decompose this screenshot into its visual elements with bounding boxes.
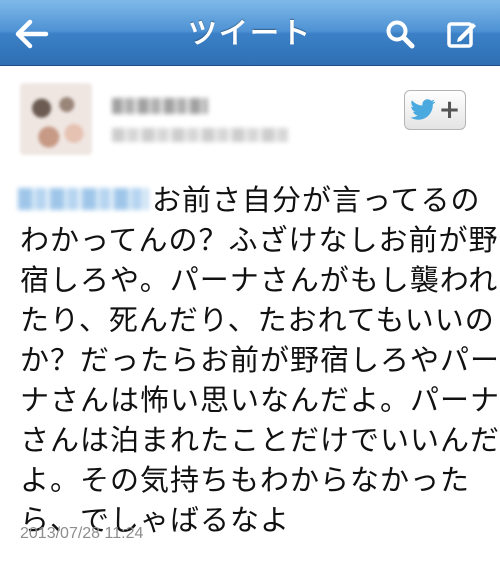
twitter-bird-icon (409, 99, 435, 120)
tweet-line: さんは泊まれたことだけでいいんだ (20, 423, 500, 457)
tweet-line: たり、死んだり、たおれてもいいの (20, 303, 495, 337)
tweet-header: + (0, 66, 500, 166)
tweet-line: わかってんの？ふざけなしお前が野 (20, 223, 499, 257)
follow-plus-label: + (438, 95, 461, 125)
search-icon (386, 20, 415, 49)
compose-icon (447, 22, 476, 48)
user-handle[interactable] (112, 128, 288, 142)
navigation-bar: ツイート (0, 0, 500, 66)
compose-button[interactable] (440, 12, 484, 56)
page-title: ツイート (187, 16, 312, 50)
tweet-line: ナさんは怖い思いなんだよ。パーナ (20, 383, 500, 417)
tweet-timestamp: 2013/07/28 11:24 (20, 525, 144, 542)
tweet-text: お前さ自分が言ってるのわかってんの？ふざけなしお前が野 宿しろや。パーナさんがもし… (20, 180, 500, 540)
search-button[interactable] (378, 12, 422, 56)
avatar[interactable] (20, 83, 92, 155)
tweet-line: か？だったらお前が野宿しろやパー (20, 343, 500, 377)
tweet-line: よ。その気持ちもわからなかった (20, 463, 471, 497)
tweet-line: 宿しろや。パーナさんがもし襲われ (20, 263, 499, 297)
tweet-line: お前さ自分が言ってるの (152, 183, 481, 217)
follow-button[interactable]: + (404, 90, 466, 130)
display-name[interactable] (112, 98, 208, 114)
